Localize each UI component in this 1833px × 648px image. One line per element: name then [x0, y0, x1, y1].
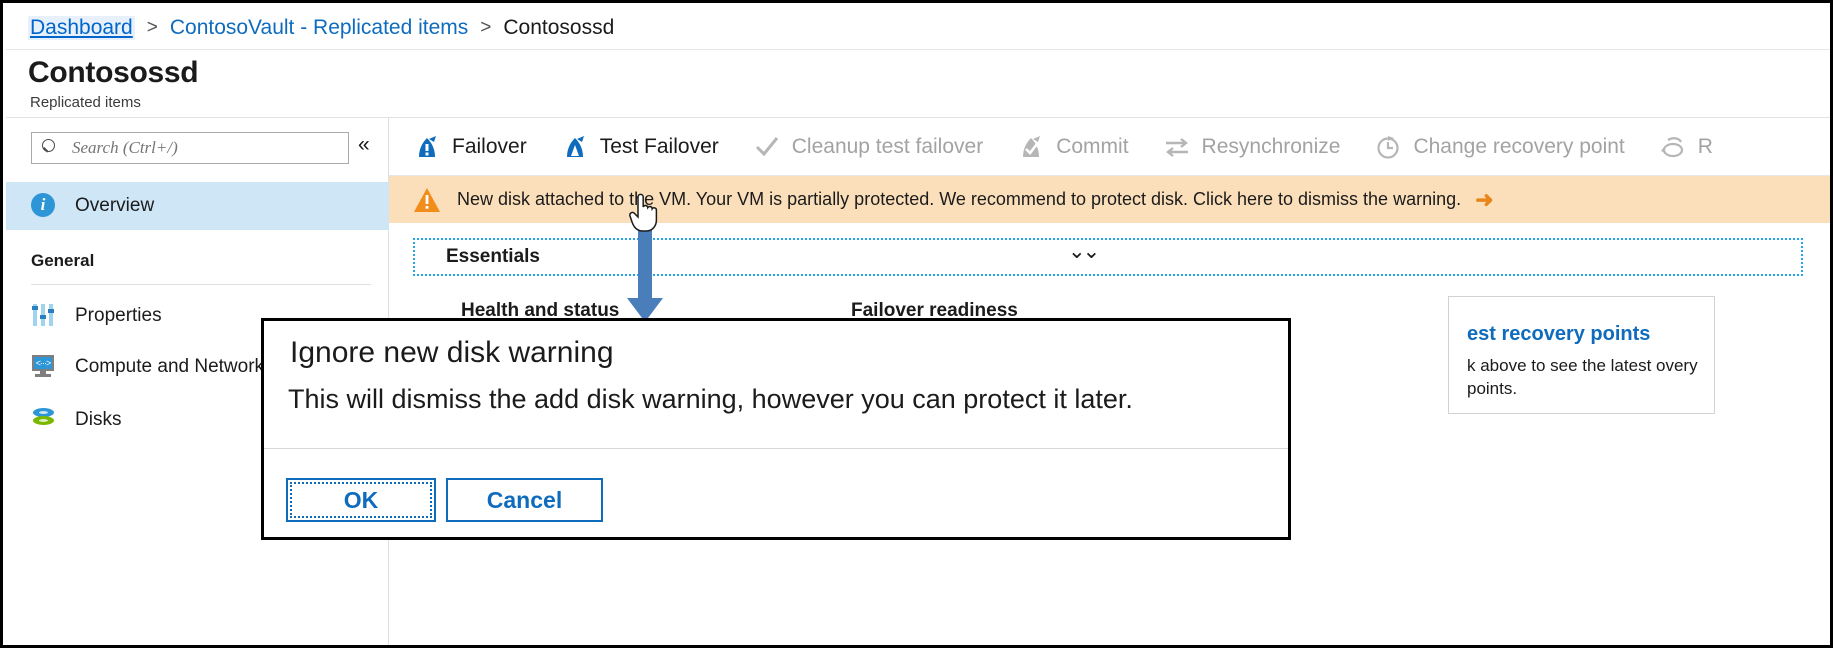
latest-recovery-points-title[interactable]: est recovery points	[1467, 323, 1650, 346]
breadcrumb: Dashboard > ContosoVault - Replicated it…	[6, 6, 1830, 50]
search-box[interactable]	[31, 132, 349, 164]
chevron-double-down-icon[interactable]: ⌄⌄	[1068, 241, 1100, 262]
toolbar-label-test-failover: Test Failover	[599, 134, 719, 158]
command-toolbar: Failover Test Failover Cleanup test fail…	[389, 118, 1830, 176]
sidebar-item-label-properties: Properties	[75, 305, 162, 326]
app-window: Dashboard > ContosoVault - Replicated it…	[0, 0, 1833, 648]
resynchronize-icon	[1163, 133, 1191, 161]
toolbar-cleanup-test-failover-button[interactable]: Cleanup test failover	[753, 133, 983, 161]
sidebar-search-row: «	[6, 118, 389, 178]
toolbar-label-cleanup-test-failover: Cleanup test failover	[791, 134, 984, 158]
toolbar-label-commit: Commit	[1056, 134, 1129, 158]
breadcrumb-vault-link[interactable]: ContosoVault - Replicated items	[170, 16, 468, 40]
dialog-title: Ignore new disk warning	[290, 336, 614, 369]
latest-recovery-points-body: k above to see the latest overy points.	[1467, 356, 1698, 398]
essentials-section: Essentials ⌄⌄	[413, 238, 1803, 276]
page-title: Contosossd	[28, 56, 199, 89]
mouse-cursor	[629, 191, 659, 233]
toolbar-overflow-button[interactable]: R	[1659, 133, 1713, 161]
failover-icon	[413, 133, 441, 161]
toolbar-change-recovery-point-button[interactable]: Change recovery point	[1374, 133, 1625, 161]
cancel-button[interactable]: Cancel	[446, 478, 603, 522]
annotation-arrow-down	[623, 218, 667, 333]
ignore-new-disk-warning-dialog: Ignore new disk warning This will dismis…	[261, 318, 1291, 540]
info-icon: i	[31, 193, 57, 219]
test-failover-icon	[561, 133, 589, 161]
commit-icon	[1017, 133, 1045, 161]
warning-banner-text: New disk attached to the VM. Your VM is …	[457, 189, 1462, 209]
warning-banner[interactable]: New disk attached to the VM. Your VM is …	[389, 176, 1830, 223]
sidebar-item-label-disks: Disks	[75, 409, 122, 430]
breadcrumb-dashboard-link[interactable]: Dashboard	[28, 15, 135, 40]
search-icon	[41, 138, 60, 158]
search-input[interactable]	[70, 137, 329, 159]
toolbar-failover-button[interactable]: Failover	[413, 133, 527, 161]
breadcrumb-separator-2: >	[480, 16, 492, 38]
sidebar-section-general: General	[31, 251, 95, 270]
warning-triangle-icon	[413, 187, 441, 213]
clock-icon	[1374, 133, 1402, 161]
sidebar-item-label-overview: Overview	[75, 195, 155, 216]
rechange-icon	[1659, 133, 1687, 161]
essentials-annotation-box	[413, 238, 1803, 276]
dialog-body-text: This will dismiss the add disk warning, …	[288, 384, 1133, 414]
checkmark-icon	[753, 133, 781, 161]
dialog-divider	[264, 448, 1288, 449]
breadcrumb-current: Contosossd	[503, 15, 615, 39]
toolbar-label-resynchronize: Resynchronize	[1201, 134, 1341, 158]
toolbar-label-overflow: R	[1697, 134, 1713, 158]
monitor-icon: <···>	[31, 354, 57, 380]
toolbar-resynchronize-button[interactable]: Resynchronize	[1163, 133, 1341, 161]
sidebar-divider	[31, 284, 371, 285]
toolbar-test-failover-button[interactable]: Test Failover	[561, 133, 719, 161]
ok-button[interactable]: OK	[286, 478, 436, 522]
toolbar-label-failover: Failover	[452, 134, 527, 158]
disks-icon	[31, 407, 57, 433]
latest-recovery-points-card: est recovery points k above to see the l…	[1448, 296, 1715, 414]
toolbar-commit-button[interactable]: Commit	[1017, 133, 1129, 161]
page-header: Contosossd Replicated items	[6, 50, 1830, 118]
sliders-icon	[31, 303, 57, 329]
collapse-sidebar-button[interactable]: «	[358, 134, 370, 155]
breadcrumb-separator-1: >	[146, 16, 158, 38]
arrow-right-icon[interactable]: ➜	[1475, 188, 1493, 211]
page-subtitle: Replicated items	[30, 94, 141, 111]
sidebar-item-label-compute-and-network: Compute and Network	[75, 356, 265, 377]
sidebar-item-overview[interactable]: i Overview	[6, 182, 389, 230]
essentials-label: Essentials	[446, 246, 540, 267]
toolbar-label-change-recovery-point: Change recovery point	[1413, 134, 1625, 158]
